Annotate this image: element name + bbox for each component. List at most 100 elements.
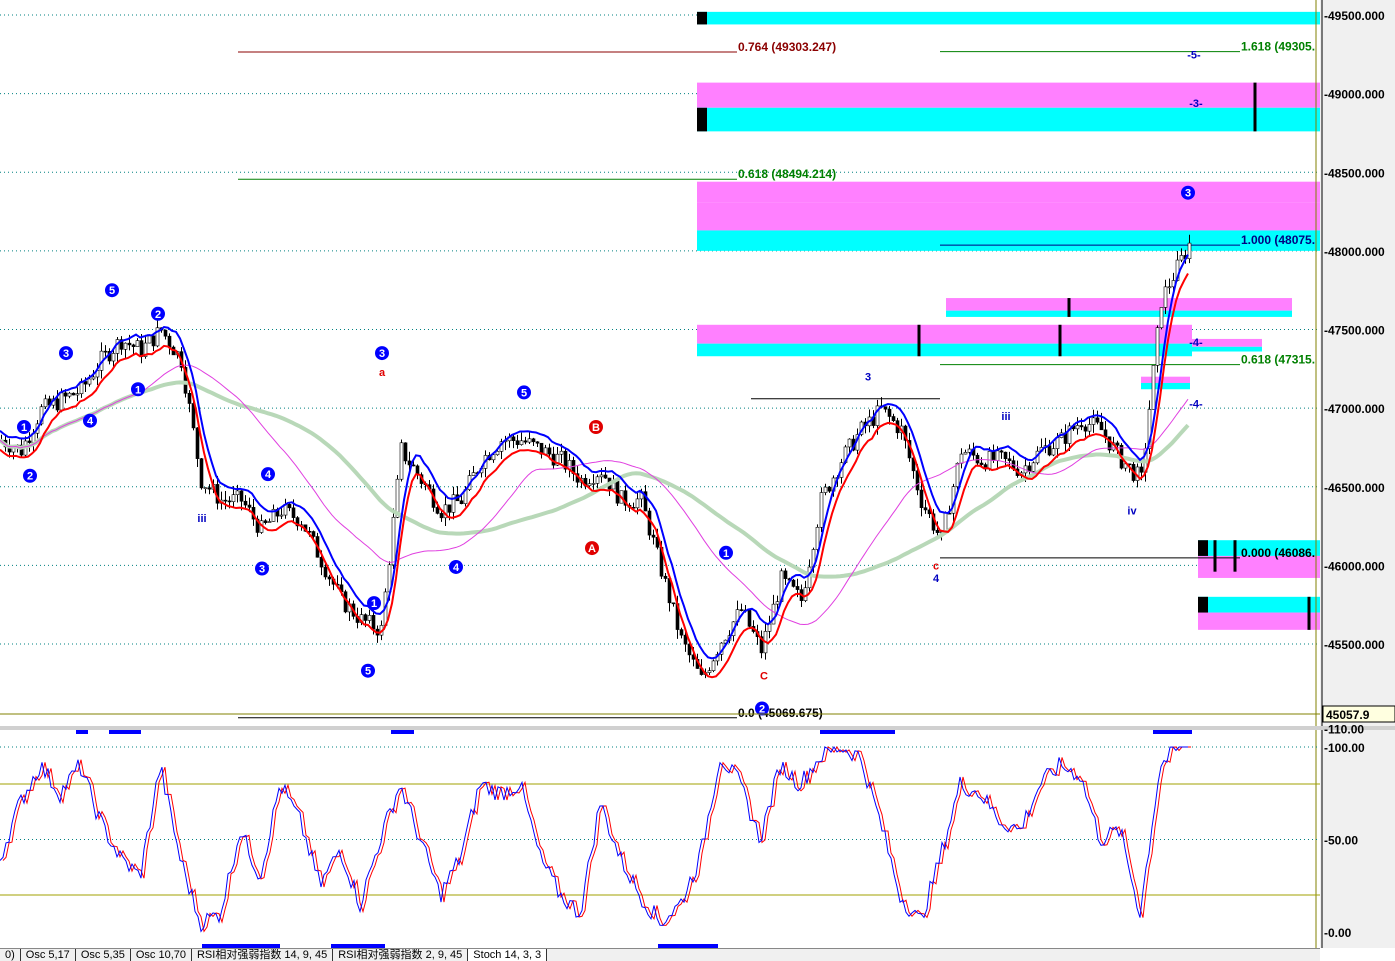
osc-tick-label: -0.00: [1324, 926, 1352, 940]
price-tick-label: -49000.000: [1324, 88, 1385, 102]
price-tick-label: -49500.000: [1324, 9, 1385, 23]
candle: [223, 499, 228, 502]
candle: [963, 452, 968, 455]
tab-osc-10-70[interactable]: Osc 10,70: [131, 949, 192, 961]
candle: [807, 566, 812, 589]
candle: [63, 392, 68, 397]
candle: [439, 513, 444, 519]
candle: [167, 335, 172, 348]
wave-label: 5: [365, 666, 371, 678]
wave-label: 4: [87, 416, 94, 428]
wave-label: -3-: [1189, 98, 1203, 110]
fib-label: 1.000 (48075.: [1241, 233, 1315, 247]
zone-marker: [1198, 596, 1208, 613]
ma-mid-line: [0, 364, 1189, 626]
candle: [435, 507, 440, 514]
candle: [1159, 307, 1164, 329]
candle: [847, 438, 852, 448]
candle: [279, 514, 284, 517]
candle: [923, 507, 928, 511]
wave-label: c: [933, 560, 939, 572]
candle: [587, 483, 592, 487]
tab-osc-5-35[interactable]: Osc 5,35: [76, 949, 131, 961]
price-chart[interactable]: -49500.000 -49000.000 -48500.000 -48000.000…: [0, 0, 1395, 948]
signal-bar: [391, 730, 414, 734]
candle: [1155, 327, 1160, 366]
candle: [195, 427, 200, 459]
tab-0[interactable]: 0): [0, 949, 21, 961]
candle: [979, 462, 984, 465]
osc-tick-label: -110.00: [1324, 723, 1364, 737]
candle: [151, 335, 156, 347]
candle: [595, 476, 600, 484]
candle: [747, 610, 752, 627]
candle: [515, 440, 520, 445]
candle: [531, 438, 536, 443]
candle: [243, 500, 248, 506]
wave-label: -4-: [1189, 337, 1203, 349]
candle: [311, 531, 316, 537]
candle: [1095, 417, 1100, 423]
tab-rsi-2[interactable]: RSI相对强弱指数 2, 9, 45: [333, 949, 469, 961]
candle: [827, 486, 832, 492]
fib-label: 0.618 (47315.: [1241, 353, 1315, 367]
candle: [71, 392, 76, 396]
tab-osc-5-17[interactable]: Osc 5,17: [21, 949, 76, 961]
candle: [815, 526, 820, 550]
candle: [203, 487, 208, 490]
candle: [459, 500, 464, 505]
fib-label: 0.0 (45069.675): [738, 706, 823, 720]
wave-label: iii: [197, 513, 206, 525]
wave-label: B: [592, 422, 600, 434]
candle: [103, 350, 108, 353]
candle: [239, 490, 244, 502]
fib-label: 0.618 (48494.214): [738, 167, 836, 181]
candle: [679, 629, 684, 636]
candle: [1027, 465, 1032, 472]
candle: [1151, 365, 1156, 410]
candle: [131, 344, 136, 347]
price-tick-label: -47500.000: [1324, 324, 1385, 338]
candle: [1003, 451, 1008, 460]
candle: [399, 442, 404, 480]
zone-cyan: [697, 343, 1192, 357]
candle: [511, 436, 516, 442]
candle: [1139, 466, 1144, 473]
wave-label: 5: [109, 285, 115, 297]
wave-label: 5: [521, 387, 527, 399]
signal-bar: [820, 730, 895, 734]
osc-tick-label: -50.00: [1324, 834, 1358, 848]
price-tick-label: -47000.000: [1324, 402, 1385, 416]
zone-cyan: [1141, 382, 1190, 390]
zone-cyan: [697, 11, 1320, 25]
candle: [663, 575, 668, 579]
candle: [123, 342, 128, 350]
signal-bar: [76, 730, 88, 734]
tab-stoch[interactable]: Stoch 14, 3, 3: [468, 949, 548, 961]
wave-label: -5-: [1187, 49, 1201, 61]
candle: [615, 480, 620, 504]
candle: [1087, 424, 1092, 432]
candle: [135, 340, 140, 347]
candle: [367, 615, 372, 621]
candle: [363, 614, 368, 621]
wave-label: 3: [865, 372, 871, 384]
candle: [915, 470, 920, 491]
candle: [111, 353, 116, 362]
fib-label: 1.618 (49305.: [1241, 40, 1315, 54]
candle: [187, 392, 192, 404]
axis-background: [1320, 0, 1395, 948]
wave-label: 1: [21, 422, 27, 434]
tab-rsi-14[interactable]: RSI相对强弱指数 14, 9, 45: [192, 949, 334, 961]
candle: [651, 534, 656, 538]
wave-label: 2: [27, 471, 33, 483]
wave-label: 1: [135, 384, 141, 396]
zone-pink: [1141, 376, 1190, 383]
zone-cyan: [1198, 596, 1320, 613]
candle: [163, 329, 168, 337]
candle: [547, 447, 552, 455]
zone-cyan: [697, 107, 1320, 132]
wave-label: 3: [259, 564, 265, 576]
zone-pink: [697, 202, 1320, 231]
last-price-label: 45057.9: [1326, 708, 1370, 722]
